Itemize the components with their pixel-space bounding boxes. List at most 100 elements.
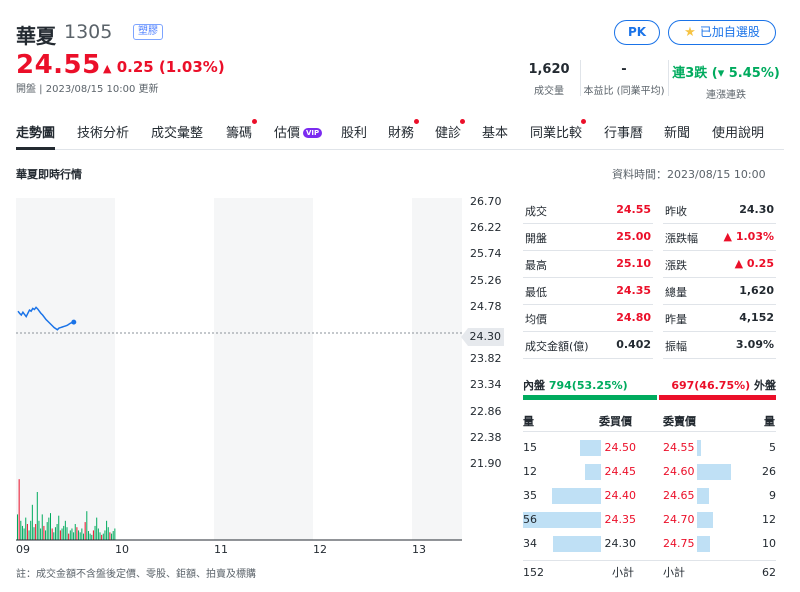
update-info: 開盤 | 2023/08/15 10:00 更新 — [16, 84, 159, 95]
bid-volume: 12 — [523, 465, 537, 478]
volume-bar — [23, 528, 25, 540]
stat-value: 連3跌 (▾ 5.45%) — [672, 66, 780, 81]
quote-row: 振幅 3.09% — [663, 332, 776, 359]
y-tick-label: 24.78 — [470, 299, 502, 313]
pk-button[interactable]: PK — [614, 20, 660, 45]
divider — [523, 560, 776, 561]
stock-name: 華夏 — [16, 24, 56, 48]
x-tick-label: 10 — [115, 543, 129, 556]
y-tick-label: 25.74 — [470, 247, 502, 261]
tab-calendar[interactable]: 行事曆 — [604, 122, 643, 141]
volume-bar — [78, 530, 80, 540]
y-tick-label: 22.38 — [470, 430, 502, 444]
tab-news[interactable]: 新聞 — [664, 122, 690, 141]
volume-bar — [33, 527, 35, 540]
divider — [580, 60, 581, 96]
tab-financial[interactable]: 財務 — [388, 122, 414, 141]
quote-row: 漲跌幅 ▲ 1.03% — [663, 224, 776, 251]
volume-bar — [94, 525, 96, 540]
inner-volume: 內盤 794(53.25%) — [523, 377, 628, 393]
tab-help[interactable]: 使用說明 — [712, 122, 764, 141]
tab-chips[interactable]: 籌碼 — [226, 122, 252, 141]
tab-basic[interactable]: 基本 — [482, 122, 508, 141]
add-watchlist-button[interactable]: ★ 已加自選股 — [668, 20, 776, 45]
quote-row: 均價 24.80 — [523, 305, 653, 332]
volume-bar — [69, 530, 71, 540]
ask-price: 24.70 — [663, 513, 695, 526]
tab-valuation[interactable]: 估價 VIP — [274, 122, 323, 141]
vip-badge: VIP — [303, 128, 323, 138]
volume-bar — [18, 479, 20, 540]
tab-technical[interactable]: 技術分析 — [77, 122, 129, 141]
ask-volume: 12 — [762, 513, 776, 526]
volume-bar — [30, 520, 32, 540]
tab-chart[interactable]: 走勢圖 — [16, 122, 56, 150]
quote-value: 1,620 — [739, 284, 774, 297]
volume-bar — [102, 533, 104, 540]
bid-price-header: 委買價 — [599, 415, 632, 428]
volume-bar — [109, 532, 111, 540]
quote-label: 昨量 — [665, 313, 687, 326]
y-tick-label: 23.34 — [470, 378, 502, 392]
price-change-text: 0.25 (1.03%) — [116, 58, 225, 76]
volume-bar — [89, 533, 91, 540]
inner-value: 794(53.25%) — [548, 379, 628, 392]
chart-shade — [214, 198, 313, 540]
quote-value: 24.30 — [739, 203, 774, 216]
volume-bar — [54, 527, 56, 540]
stat-label: 連漲連跌 — [706, 90, 746, 101]
intraday-chart[interactable] — [16, 198, 464, 543]
sector-badge[interactable]: 塑膠 — [133, 24, 163, 40]
quote-value: 0.402 — [616, 338, 651, 351]
volume-bar — [63, 525, 65, 540]
volume-bar — [111, 533, 113, 540]
ask-price: 24.75 — [663, 537, 695, 550]
section-title: 華夏即時行情 — [16, 168, 82, 181]
quote-value: ▲ 0.25 — [734, 257, 774, 270]
tab-peer-compare[interactable]: 同業比較 — [530, 122, 582, 141]
volume-bar — [58, 515, 60, 540]
tab-dividend[interactable]: 股利 — [341, 122, 367, 141]
bid-volume: 35 — [523, 489, 537, 502]
chart-shade — [412, 198, 462, 540]
ask-price: 24.65 — [663, 489, 695, 502]
quote-value: ▲ 1.03% — [723, 230, 774, 243]
divider — [523, 431, 776, 432]
inner-outer-bar — [523, 395, 776, 400]
quote-row: 總量 1,620 — [663, 278, 776, 305]
quote-label: 成交金額(億) — [525, 340, 589, 353]
stat-label: 成交量 — [534, 86, 564, 97]
bid-volume: 56 — [523, 513, 537, 526]
tab-trades[interactable]: 成交彙整 — [151, 122, 203, 141]
tab-health[interactable]: 健診 — [435, 122, 461, 141]
volume-bar — [68, 533, 70, 540]
volume-bar — [25, 517, 27, 540]
volume-bar — [107, 527, 109, 540]
volume-bar — [51, 528, 53, 540]
y-tick-label: 26.22 — [470, 221, 502, 235]
volume-bar — [91, 534, 93, 540]
volume-bar — [46, 522, 48, 540]
quote-row: 開盤 25.00 — [523, 224, 653, 251]
bid-volume: 15 — [523, 441, 537, 454]
bid-volume-bar — [551, 488, 601, 504]
stat-value: 1,620 — [528, 62, 570, 77]
volume-bar — [87, 531, 89, 540]
total-bid-volume: 152 — [523, 566, 544, 579]
stat-streak: 連3跌 (▾ 5.45%) 連漲連跌 — [670, 62, 782, 101]
volume-bar — [106, 520, 108, 540]
ask-volume: 9 — [769, 489, 776, 502]
up-triangle-icon: ▲ — [103, 62, 112, 75]
bid-volume-header: 量 — [523, 415, 534, 428]
volume-bar — [28, 530, 30, 540]
volume-bar — [31, 504, 33, 540]
volume-bar — [21, 525, 23, 540]
volume-bar — [48, 517, 50, 540]
volume-bar — [79, 532, 81, 540]
volume-bar — [41, 514, 43, 540]
notification-dot — [414, 119, 419, 124]
y-tick-label: 22.86 — [470, 404, 502, 418]
volume-bar — [50, 513, 51, 540]
ask-volume: 5 — [769, 441, 776, 454]
bid-subtotal-label: 小計 — [612, 566, 634, 579]
